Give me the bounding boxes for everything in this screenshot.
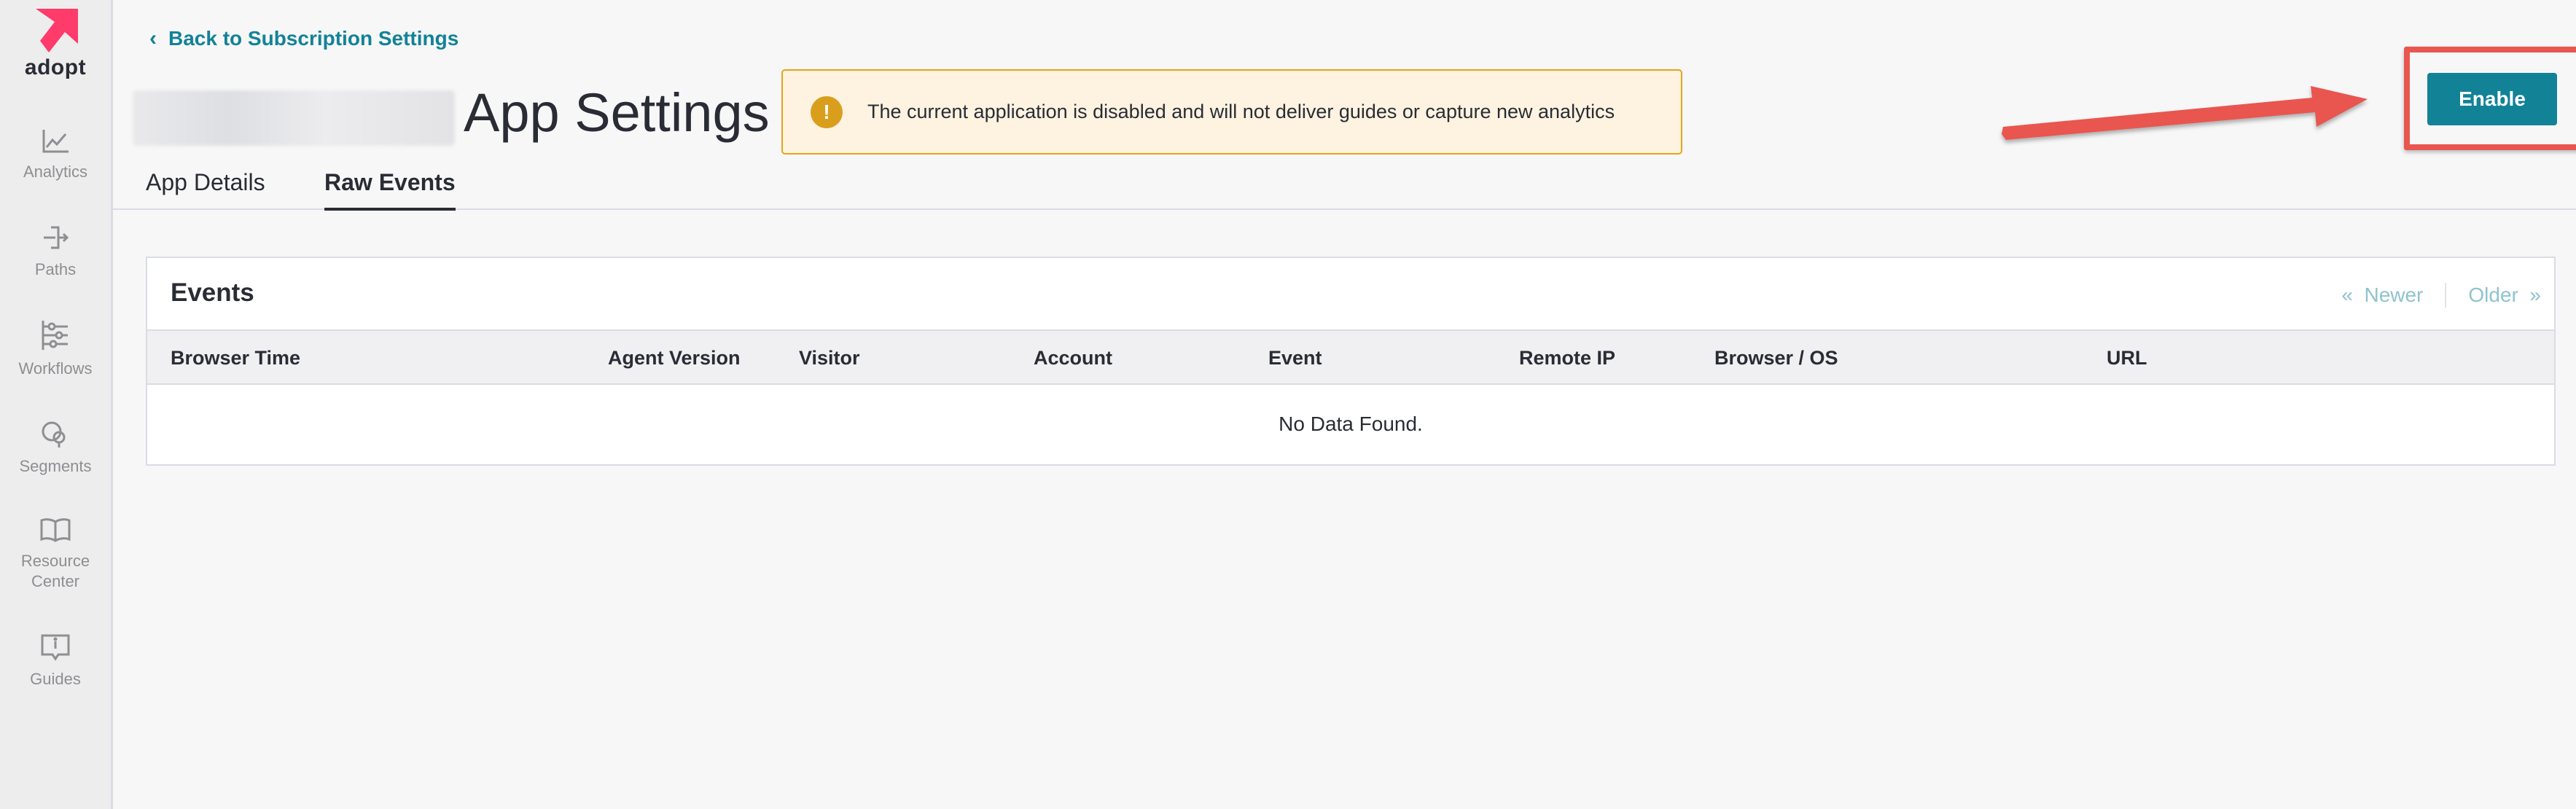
warning-icon: ! xyxy=(811,95,843,128)
pager: « Newer Older » xyxy=(2341,283,2541,308)
events-panel: Events « Newer Older » Browser Time Agen… xyxy=(146,257,2556,466)
empty-state-text: No Data Found. xyxy=(1279,413,1423,435)
sidebar-item-label: Segments xyxy=(19,457,92,475)
column-header-browser-os[interactable]: Browser / OS xyxy=(1714,347,1838,370)
resource-center-icon xyxy=(40,518,71,542)
newer-label: Newer xyxy=(2364,284,2424,306)
page-title: App Settings xyxy=(464,82,770,143)
sidebar-item-label: Analytics xyxy=(23,163,88,181)
sidebar-item-guides[interactable]: Guides xyxy=(0,633,111,689)
tab-app-details[interactable]: App Details xyxy=(146,169,265,208)
paths-icon xyxy=(44,226,69,249)
sidebar-item-label: Paths xyxy=(34,260,77,278)
double-chevron-right-icon: » xyxy=(2529,284,2541,306)
enable-button[interactable]: Enable xyxy=(2427,73,2557,125)
analytics-icon xyxy=(42,130,69,153)
alert-text: The current application is disabled and … xyxy=(867,101,1615,122)
back-link-label: Back to Subscription Settings xyxy=(168,27,459,50)
disabled-alert: ! The current application is disabled an… xyxy=(781,69,1682,155)
tab-bar: App Details Raw Events xyxy=(113,165,2576,211)
sidebar-item-label: Guides xyxy=(30,670,81,688)
events-title: Events xyxy=(171,278,254,307)
sidebar-item-resource-center[interactable]: Resource Center xyxy=(0,516,111,592)
logo-icon xyxy=(36,9,78,52)
chevron-left-icon: ‹ xyxy=(149,26,157,50)
sidebar-item-label: Resource Center xyxy=(20,552,90,590)
column-header-agent-version[interactable]: Agent Version xyxy=(608,347,741,370)
guides-icon xyxy=(41,634,70,661)
tab-raw-events[interactable]: Raw Events xyxy=(324,169,456,211)
back-to-subscription-settings-link[interactable]: ‹ Back to Subscription Settings xyxy=(149,26,458,51)
brand[interactable]: adopt xyxy=(0,6,111,80)
sidebar-item-label: Workflows xyxy=(18,359,93,378)
sidebar-item-analytics[interactable]: Analytics xyxy=(0,128,111,182)
table-header: Browser Time Agent Version Visitor Accou… xyxy=(147,329,2554,385)
older-button[interactable]: Older » xyxy=(2468,284,2541,307)
sidebar: adopt Analytics Paths Workflows Segments… xyxy=(0,0,113,809)
sidebar-item-paths[interactable]: Paths xyxy=(0,223,111,280)
segments-icon xyxy=(42,421,66,448)
double-chevron-left-icon: « xyxy=(2341,284,2353,306)
column-header-url[interactable]: URL xyxy=(2107,347,2147,370)
older-label: Older xyxy=(2468,284,2518,306)
column-header-visitor[interactable]: Visitor xyxy=(799,347,860,370)
sidebar-item-workflows[interactable]: Workflows xyxy=(0,319,111,379)
column-header-remote-ip[interactable]: Remote IP xyxy=(1519,347,1615,370)
column-header-browser-time[interactable]: Browser Time xyxy=(171,347,300,370)
blurred-app-name xyxy=(133,90,455,146)
column-header-account[interactable]: Account xyxy=(1034,347,1112,370)
newer-button[interactable]: « Newer xyxy=(2341,284,2423,307)
annotation-arrow-icon xyxy=(2002,86,2368,140)
sidebar-item-segments[interactable]: Segments xyxy=(0,420,111,477)
column-header-event[interactable]: Event xyxy=(1268,347,1322,370)
brand-name: adopt xyxy=(24,55,87,79)
workflows-icon xyxy=(42,321,68,350)
pager-divider xyxy=(2445,283,2447,308)
